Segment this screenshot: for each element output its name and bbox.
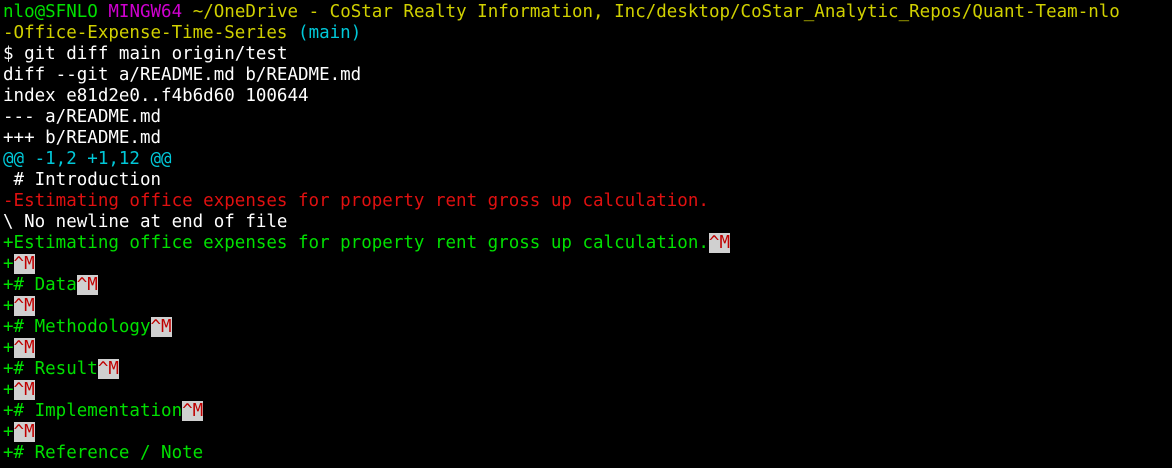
carriage-return-marker: ^M: [13, 338, 35, 358]
diff-added-line: +# Result^M: [3, 359, 1172, 380]
diff-added-line: +^M: [3, 380, 1172, 401]
added-text: +Estimating office expenses for property…: [3, 233, 709, 253]
added-text: +# Implementation: [3, 401, 183, 421]
added-text: +# Reference / Note: [3, 443, 204, 463]
carriage-return-marker: ^M: [13, 254, 35, 274]
diff-added-line: +^M: [3, 296, 1172, 317]
prompt-user-host: nlo@SFNLO: [3, 2, 98, 22]
prompt-branch: (main): [298, 23, 362, 43]
diff-header: diff --git a/README.md b/README.md: [3, 65, 362, 85]
carriage-return-marker: ^M: [13, 380, 35, 400]
added-text: +# Result: [3, 359, 98, 379]
added-text: +: [3, 380, 14, 400]
diff-added-line: +# Implementation^M: [3, 401, 1172, 422]
diff-hunk-header: @@ -1,2 +1,12 @@: [3, 149, 172, 169]
diff-index: index e81d2e0..f4b6d60 100644: [3, 86, 309, 106]
carriage-return-marker: ^M: [708, 233, 730, 253]
carriage-return-marker: ^M: [150, 317, 172, 337]
carriage-return-marker: ^M: [76, 275, 98, 295]
diff-cut-off-line: + · · · · · · · · · · ·: [3, 464, 1172, 468]
carriage-return-marker: ^M: [13, 422, 35, 442]
command-text: git diff main origin/test: [24, 44, 288, 64]
command-line: $ git diff main origin/test: [3, 44, 1172, 65]
added-text: +: [3, 338, 14, 358]
added-text: +# Methodology: [3, 317, 151, 337]
terminal-window[interactable]: nlo@SFNLO MINGW64 ~/OneDrive - CoStar Re…: [0, 0, 1172, 468]
carriage-return-marker: ^M: [13, 296, 35, 316]
diff-added-line: +# Data^M: [3, 275, 1172, 296]
diff-added-line: +^M: [3, 254, 1172, 275]
prompt-path-continued: -Office-Expense-Time-Series: [3, 23, 288, 43]
carriage-return-marker: ^M: [182, 401, 204, 421]
diff-no-newline-note: \ No newline at end of file: [3, 212, 288, 232]
prompt-symbol: $: [3, 44, 14, 64]
added-text: +: [3, 422, 14, 442]
diff-context-line: # Introduction: [3, 170, 162, 190]
prompt-path: ~/OneDrive - CoStar Realty Information, …: [192, 2, 1120, 22]
added-text: +# Data: [3, 275, 77, 295]
added-text: +: [3, 254, 14, 274]
added-text: +: [3, 296, 14, 316]
diff-added-line: +# Reference / Note: [3, 443, 1172, 464]
diff-new-file: +++ b/README.md: [3, 128, 162, 148]
prompt-system: MINGW64: [108, 2, 183, 22]
diff-added-line: +^M: [3, 338, 1172, 359]
prompt-line-continued: -Office-Expense-Time-Series (main): [3, 23, 1172, 44]
diff-added-line: +Estimating office expenses for property…: [3, 233, 1172, 254]
carriage-return-marker: ^M: [97, 359, 119, 379]
diff-removed-line: -Estimating office expenses for property…: [3, 191, 709, 211]
diff-added-line: +# Methodology^M: [3, 317, 1172, 338]
diff-old-file: --- a/README.md: [3, 107, 162, 127]
diff-added-line: +^M: [3, 422, 1172, 443]
prompt-line: nlo@SFNLO MINGW64 ~/OneDrive - CoStar Re…: [3, 2, 1172, 23]
